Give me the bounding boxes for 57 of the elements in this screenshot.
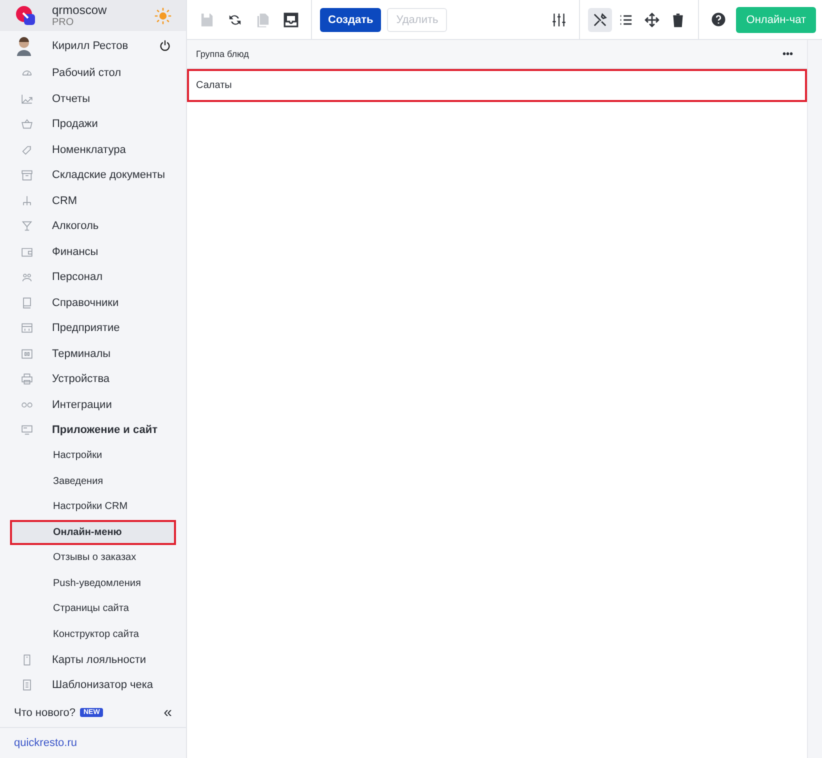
submenu-item[interactable]: Настройки: [10, 443, 176, 468]
menu-item[interactable]: Алкоголь: [0, 214, 176, 239]
menu-item[interactable]: Номенклатура: [0, 137, 176, 162]
menu-item[interactable]: Шаблонизатор чека: [0, 672, 176, 698]
menu-icon: [20, 346, 34, 361]
submenu-item[interactable]: Конструктор сайта: [10, 622, 176, 647]
move-icon: [644, 12, 660, 28]
menu-item[interactable]: CRM: [0, 188, 176, 214]
menu-item[interactable]: Продажи: [0, 112, 176, 137]
menu-item[interactable]: Рабочий стол: [0, 60, 176, 86]
create-button[interactable]: Создать: [320, 8, 382, 32]
company-name: qrmoscow: [52, 3, 108, 18]
help-icon[interactable]: [711, 12, 726, 27]
inbox-icon: [283, 12, 299, 28]
menu-item[interactable]: Справочники: [0, 290, 176, 316]
menu-item[interactable]: Предприятие: [0, 316, 176, 341]
avatar-icon: [14, 36, 34, 56]
menu-item[interactable]: Отчеты: [0, 86, 176, 112]
menu-item[interactable]: Финансы: [0, 239, 176, 264]
menu-item[interactable]: Складские документы: [0, 162, 176, 188]
menu-item[interactable]: Интеграции: [0, 392, 176, 418]
submenu-item[interactable]: Настройки CRM: [10, 494, 176, 520]
submenu-item[interactable]: Страницы сайта: [10, 596, 176, 622]
menu-item[interactable]: Устройства: [0, 366, 176, 392]
menu-icon: [20, 423, 34, 438]
submenu-item[interactable]: Отзывы о заказах: [10, 545, 176, 570]
menu-item[interactable]: Персонал: [0, 264, 176, 290]
save-icon: [199, 12, 215, 28]
menu-item[interactable]: Терминалы: [0, 341, 176, 366]
user-name: Кирилл Рестов: [52, 40, 130, 52]
menu-item[interactable]: Карты лояльности: [0, 647, 176, 672]
menu-icon: [20, 678, 34, 692]
copy-icon: [255, 12, 271, 28]
scrollbar[interactable]: [807, 40, 822, 758]
tools-icon: [592, 12, 608, 28]
logo-icon: [14, 4, 38, 28]
menu-icon: [20, 219, 34, 234]
menu-icon: [20, 372, 34, 386]
menu-icon: [20, 117, 34, 132]
menu-icon: [20, 296, 34, 310]
site-link[interactable]: quickresto.ru: [14, 737, 77, 749]
submenu-item[interactable]: Заведения: [10, 468, 176, 494]
power-icon[interactable]: [158, 38, 172, 53]
tools-button[interactable]: [588, 8, 612, 32]
table-row[interactable]: Салаты: [187, 69, 807, 102]
more-button[interactable]: •••: [782, 48, 793, 60]
menu-icon: [20, 168, 34, 182]
menu-item[interactable]: Приложение и сайт: [0, 418, 176, 443]
submenu-item[interactable]: Push-уведомления: [10, 570, 176, 596]
submenu-item[interactable]: Онлайн-меню: [10, 520, 176, 545]
sliders-icon: [551, 12, 568, 28]
menu-icon: [20, 194, 34, 208]
collapse-button[interactable]: «: [164, 704, 172, 721]
whats-new-link[interactable]: Что нового?: [14, 706, 76, 718]
plan-label: PRO: [52, 17, 75, 28]
column-header: Группа блюд: [196, 49, 250, 59]
menu-icon: [20, 321, 34, 336]
